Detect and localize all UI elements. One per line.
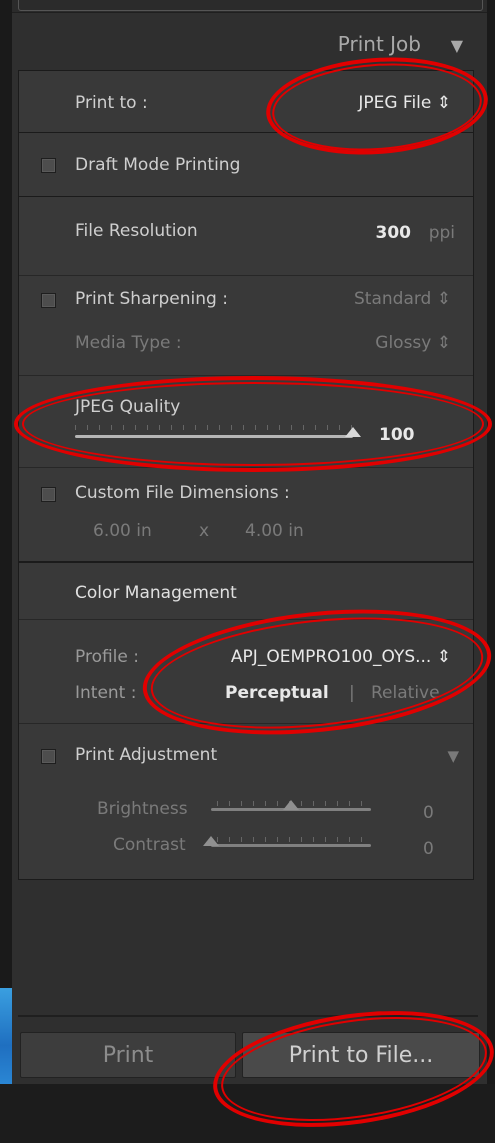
up-down-arrows-icon: ⇕: [436, 647, 451, 667]
media-type-label: Media Type :: [75, 333, 182, 353]
up-down-arrows-icon: ⇕: [436, 333, 451, 353]
jpeg-quality-slider-thumb[interactable]: [345, 427, 361, 437]
brightness-value: 0: [423, 803, 434, 823]
draft-mode-label: Draft Mode Printing: [75, 155, 241, 175]
panel-top-bar: [12, 0, 487, 13]
brightness-slider-thumb[interactable]: [283, 800, 299, 810]
jpeg-quality-label: JPEG Quality: [75, 397, 181, 417]
print-job-header[interactable]: Print Job ▼: [12, 26, 487, 62]
jpeg-quality-slider[interactable]: [75, 435, 353, 438]
contrast-slider[interactable]: [211, 844, 371, 847]
profile-value: APJ_OEMPRO100_OYS...: [230, 647, 432, 667]
custom-dimensions-label: Custom File Dimensions :: [75, 483, 290, 503]
contrast-slider-thumb[interactable]: [203, 836, 219, 846]
print-to-label: Print to :: [75, 93, 148, 113]
intent-label: Intent :: [75, 683, 137, 703]
intent-divider: |: [349, 683, 355, 703]
print-sharpening-select[interactable]: Standard ⇕: [354, 289, 451, 309]
custom-dimensions-checkbox[interactable]: [41, 487, 56, 502]
print-adjustment-checkbox[interactable]: [41, 749, 56, 764]
color-management-box: Color Management Profile : APJ_OEMPRO100…: [18, 562, 474, 880]
print-to-value: JPEG File: [358, 93, 432, 113]
contrast-value: 0: [423, 839, 434, 859]
print-job-panel: Print Job ▼ Print to : JPEG File ⇕ Draft…: [12, 0, 487, 1084]
print-sharpening-value: Standard: [354, 289, 432, 309]
intent-relative-option[interactable]: Relative: [371, 683, 440, 703]
dimension-separator: x: [199, 521, 210, 541]
section-title: Print Job: [337, 32, 421, 56]
profile-label: Profile :: [75, 647, 139, 667]
print-to-row: Print to : JPEG File ⇕: [18, 70, 474, 134]
brightness-label: Brightness: [97, 799, 188, 819]
print-sharpening-label: Print Sharpening :: [75, 289, 228, 309]
profile-select[interactable]: APJ_OEMPRO100_OYS... ⇕: [231, 647, 451, 667]
up-down-arrows-icon: ⇕: [436, 289, 451, 309]
custom-height-field[interactable]: 4.00 in: [245, 521, 304, 541]
triangle-down-icon[interactable]: ▼: [447, 747, 459, 765]
color-management-title: Color Management: [75, 583, 237, 603]
triangle-down-icon[interactable]: ▼: [451, 36, 463, 55]
jpeg-settings-box: File Resolution 300 ppi Print Sharpening…: [18, 196, 474, 562]
print-to-file-button[interactable]: Print to File...: [242, 1032, 480, 1078]
file-resolution-label: File Resolution: [75, 221, 198, 241]
print-button[interactable]: Print: [20, 1032, 236, 1078]
media-type-value: Glossy: [375, 333, 432, 353]
desktop-wallpaper: [0, 988, 12, 1084]
up-down-arrows-icon: ⇕: [436, 93, 451, 113]
contrast-label: Contrast: [113, 835, 186, 855]
file-resolution-value[interactable]: 300: [376, 223, 412, 243]
jpeg-quality-value[interactable]: 100: [379, 425, 415, 445]
file-resolution-unit: ppi: [428, 223, 455, 243]
media-type-select[interactable]: Glossy ⇕: [375, 333, 451, 353]
custom-width-field[interactable]: 6.00 in: [93, 521, 152, 541]
intent-perceptual-option[interactable]: Perceptual: [225, 683, 329, 703]
draft-mode-row: Draft Mode Printing: [18, 132, 474, 198]
print-adjustment-label: Print Adjustment: [75, 745, 218, 765]
print-sharpening-checkbox[interactable]: [41, 293, 56, 308]
print-to-select[interactable]: JPEG File ⇕: [358, 93, 451, 113]
desktop-edge: [0, 0, 12, 1084]
draft-mode-checkbox[interactable]: [41, 158, 56, 173]
